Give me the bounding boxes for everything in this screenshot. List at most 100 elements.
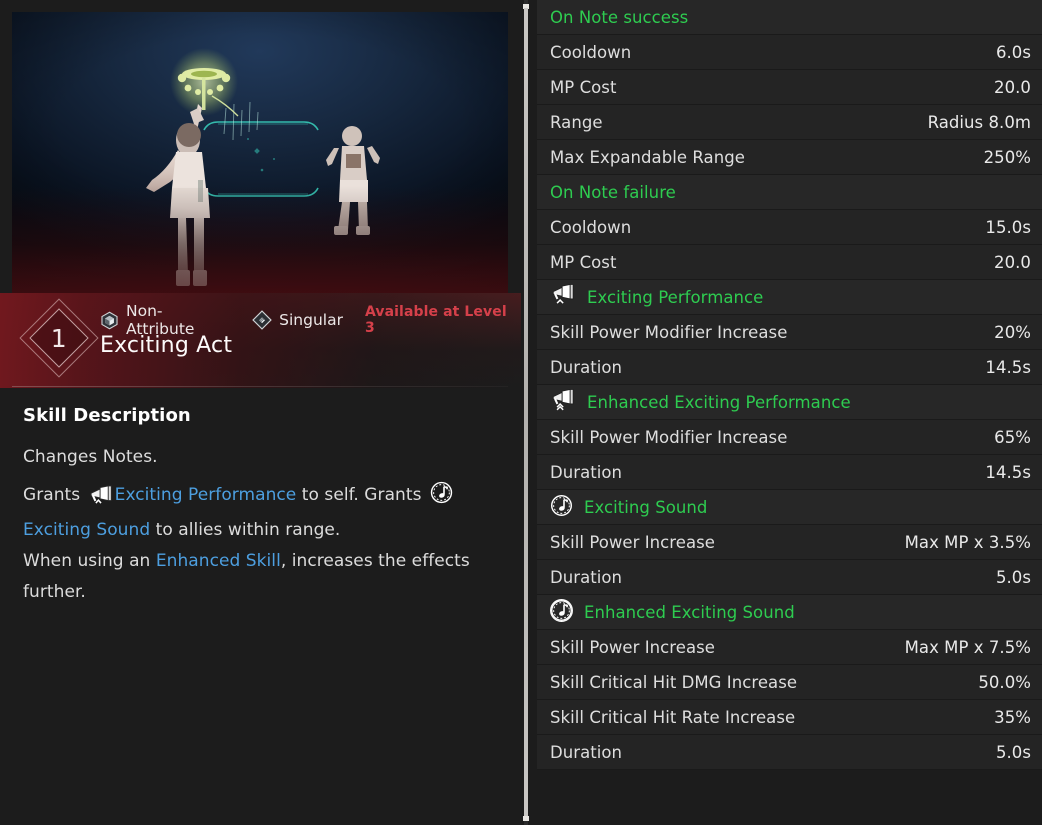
panel-scrollbar[interactable] (523, 0, 529, 825)
stat-label: Max Expandable Range (550, 148, 745, 167)
stat-value: 20.0 (994, 252, 1031, 272)
skill-header: 1 Non-Attribute Singular Available at Le… (0, 293, 521, 388)
stat-label-text: Duration (550, 462, 623, 482)
stat-label-text: Enhanced Exciting Sound (584, 602, 795, 622)
hex-cube-icon (100, 311, 119, 330)
stat-label: MP Cost (550, 78, 616, 97)
stat-row: Max Expandable Range 250% (537, 140, 1042, 175)
stat-label-text: Skill Power Modifier Increase (550, 322, 788, 342)
skill-level-value: 1 (50, 323, 68, 353)
stat-group-header: On Note success (537, 0, 1042, 35)
stat-value: 250% (983, 147, 1031, 167)
skill-description-heading: Skill Description (23, 405, 191, 426)
skill-left-panel: 1 Non-Attribute Singular Available at Le… (0, 0, 521, 825)
stat-group-header: Exciting Sound (537, 490, 1042, 525)
stat-row: Skill Critical Hit DMG Increase 50.0% (537, 665, 1042, 700)
diamond-stack-icon (252, 310, 272, 330)
skill-stats-list[interactable]: On Note success Cooldown 6.0s MP Cost 20.0 Ra… (537, 0, 1042, 825)
stat-label: Cooldown (550, 43, 631, 62)
stat-group-label: Enhanced Exciting Sound (550, 598, 795, 626)
stat-label-text: Skill Critical Hit DMG Increase (550, 672, 798, 692)
skill-detail-panel: 1 Non-Attribute Singular Available at Le… (0, 0, 1042, 825)
stat-value: 20% (994, 322, 1031, 342)
keyword-exciting-performance[interactable]: Exciting Performance (115, 485, 297, 505)
stat-label: Duration (550, 358, 622, 377)
stat-value: 50.0% (978, 672, 1031, 692)
megaphone-enhanced-icon (550, 388, 576, 415)
stat-group-label: On Note success (550, 8, 688, 27)
skill-type: Singular (252, 310, 343, 330)
header-divider (12, 386, 508, 387)
stat-label: Skill Power Modifier Increase (550, 428, 787, 447)
music-note-icon (550, 494, 573, 521)
stat-value: 5.0s (995, 567, 1031, 587)
stat-group-label: Enhanced Exciting Performance (550, 388, 851, 415)
stat-label-text: Skill Power Increase (550, 532, 715, 552)
stat-row: Duration 5.0s (537, 735, 1042, 770)
stat-label: Skill Critical Hit DMG Increase (550, 673, 797, 692)
stat-row: Skill Power Increase Max MP x 3.5% (537, 525, 1042, 560)
stat-row: Duration 14.5s (537, 350, 1042, 385)
stat-label: Skill Power Increase (550, 533, 715, 552)
skill-availability-label: Available at Level 3 (364, 304, 507, 336)
stat-group-header: Exciting Performance (537, 280, 1042, 315)
stat-row: Skill Power Modifier Increase 20% (537, 315, 1042, 350)
stat-group-label: On Note failure (550, 183, 676, 202)
stat-value: 14.5s (985, 462, 1031, 482)
stat-label: Duration (550, 463, 622, 482)
skill-description-block: Skill Description Changes Notes. Grants … (23, 405, 493, 608)
desc-text-mid: to self. Grants (301, 485, 422, 505)
keyword-enhanced-skill[interactable]: Enhanced Skill (156, 551, 281, 571)
skill-meta-row: Non-Attribute Singular Available at Leve… (100, 302, 521, 338)
stat-label-text: On Note success (550, 7, 689, 27)
stat-row: Skill Power Modifier Increase 65% (537, 420, 1042, 455)
desc2-text-pre: When using an (23, 551, 151, 571)
stat-label-text: MP Cost (550, 77, 617, 97)
skill-preview-video[interactable] (12, 12, 508, 293)
stat-label-text: Range (550, 112, 603, 132)
stat-label: Range (550, 113, 603, 132)
stat-label-text: Duration (550, 742, 623, 762)
skill-description-notes: Changes Notes. (23, 447, 158, 467)
stat-value: 14.5s (985, 357, 1031, 377)
stat-label-text: Exciting Sound (584, 497, 708, 517)
stat-row: Skill Critical Hit Rate Increase 35% (537, 700, 1042, 735)
stat-label: Cooldown (550, 218, 631, 237)
stat-label-text: Skill Power Modifier Increase (550, 427, 788, 447)
stat-label-text: Cooldown (550, 42, 632, 62)
stat-label-text: Enhanced Exciting Performance (587, 392, 851, 412)
stat-label: Duration (550, 568, 622, 587)
stat-label-text: Duration (550, 567, 623, 587)
scrollbar-cap-bottom (523, 816, 529, 821)
music-note-enhanced-icon (550, 598, 573, 626)
stat-label-text: Max Expandable Range (550, 147, 745, 167)
skill-description-paragraph-2: When using an Enhanced Skill, increases … (23, 546, 493, 608)
stat-group-header: On Note failure (537, 175, 1042, 210)
stat-row: Duration 5.0s (537, 560, 1042, 595)
music-note-icon (430, 481, 453, 515)
stat-group-label: Exciting Sound (550, 494, 707, 521)
keyword-exciting-sound[interactable]: Exciting Sound (23, 520, 150, 540)
stat-value: 65% (994, 427, 1031, 447)
desc-text-post: to allies within range. (155, 520, 341, 540)
stat-value: Max MP x 3.5% (904, 532, 1031, 552)
stat-value: 20.0 (994, 77, 1031, 97)
stat-value: 35% (994, 707, 1031, 727)
stat-label: Duration (550, 743, 622, 762)
stat-label-text: MP Cost (550, 252, 617, 272)
skill-description-paragraph-1: Grants Exciting Performance to self. Gra… (23, 480, 493, 546)
skill-level-badge: 1 (19, 298, 99, 378)
desc-text-pre: Grants (23, 485, 81, 505)
skill-type-label: Singular (279, 311, 343, 329)
stat-value: 6.0s (995, 42, 1031, 62)
stat-label: MP Cost (550, 253, 616, 272)
stat-group-header: Enhanced Exciting Sound (537, 595, 1042, 630)
stat-label-text: On Note failure (550, 182, 676, 202)
stat-label-text: Skill Power Increase (550, 637, 715, 657)
stat-value: 5.0s (995, 742, 1031, 762)
stat-label-text: Cooldown (550, 217, 632, 237)
scrollbar-thumb[interactable] (524, 8, 528, 817)
stat-row: Cooldown 15.0s (537, 210, 1042, 245)
stat-value: 15.0s (985, 217, 1031, 237)
stat-label: Skill Critical Hit Rate Increase (550, 708, 795, 727)
